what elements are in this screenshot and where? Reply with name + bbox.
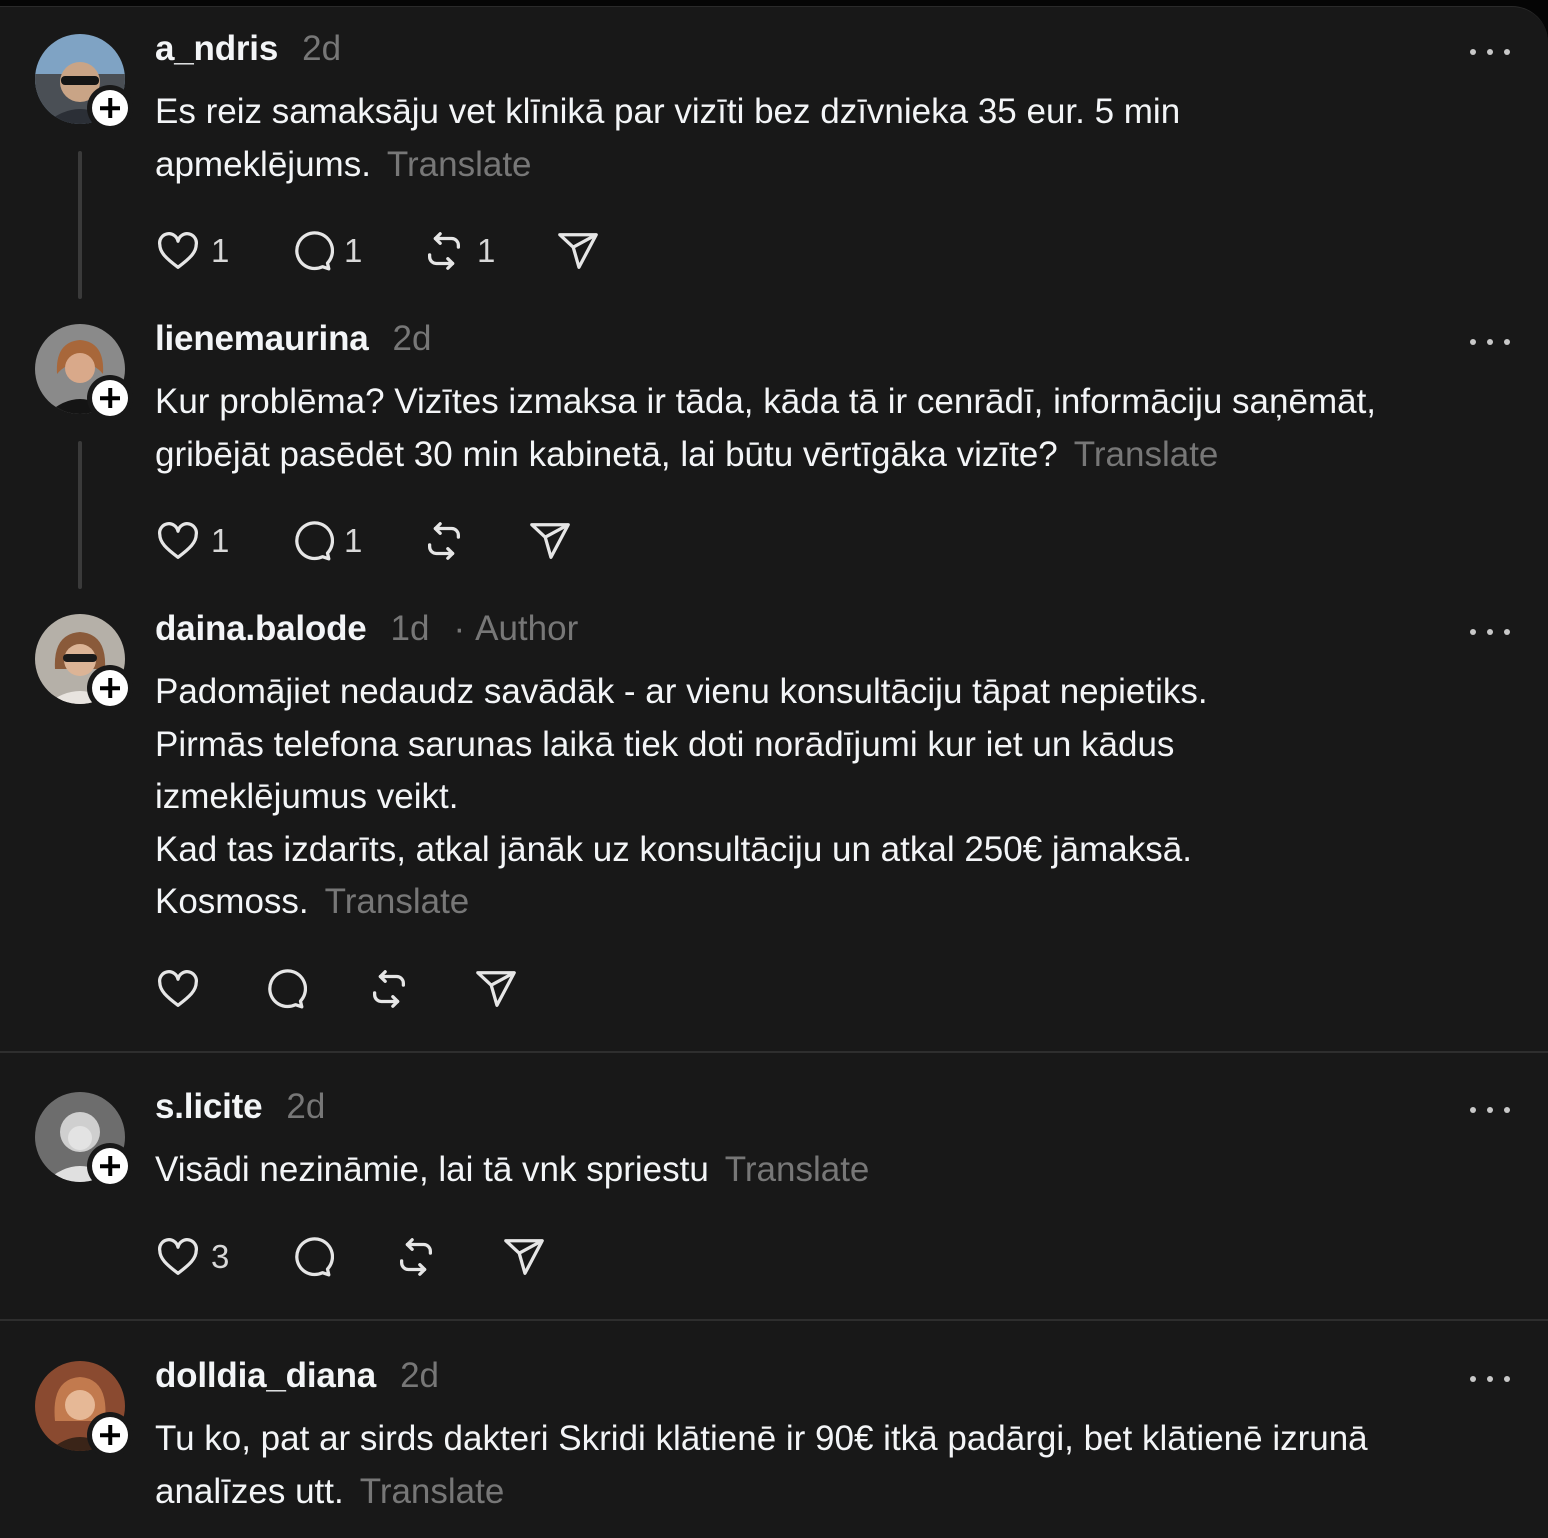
heart-icon [158,970,198,1007]
reply-count: 1 [344,232,363,269]
more-icon[interactable] [1470,1369,1510,1389]
text-line: izmeklējumus veikt. [155,777,459,816]
send-icon [476,971,516,1007]
repost-button[interactable] [393,1233,439,1281]
reply-button[interactable] [288,1233,334,1281]
more-icon[interactable] [1470,332,1510,352]
like-button[interactable]: 3 [155,1233,229,1281]
like-count: 3 [211,1238,230,1275]
text-line: Kur problēma? Vizītes izmaksa ir tāda, k… [155,382,1377,421]
timestamp[interactable]: 2d [400,1356,439,1396]
plus-icon [92,380,128,416]
text-line: Padomājiet nedaudz savādāk - ar vienu ko… [155,672,1208,711]
thread-panel: a_ndris 2d Es reiz samaksāju vet klīnikā… [0,6,1548,1538]
timestamp[interactable]: 2d [302,29,341,69]
reply-button[interactable] [261,965,307,1013]
repost-icon [372,970,406,1008]
translate-link[interactable]: Translate [387,145,532,184]
follow-button[interactable] [87,375,133,421]
plus-icon [92,1417,128,1453]
post-text: Es reiz samaksāju vet klīnikā par vizīti… [155,86,1495,191]
divider [0,1051,1548,1053]
comment-icon [295,231,334,271]
follow-button[interactable] [87,665,133,711]
more-icon[interactable] [1470,1100,1510,1120]
text-line: Es reiz samaksāju vet klīnikā par vizīti… [155,92,1181,131]
timestamp[interactable]: 2d [393,319,432,359]
post-header: daina.balode 1d · Author [155,609,578,653]
text-line: Kad tas izdarīts, atkal jānāk uz konsult… [155,829,1192,869]
follow-button[interactable] [87,1143,133,1189]
thread-line [78,151,82,299]
share-button[interactable] [473,965,519,1013]
timestamp[interactable]: 2d [286,1087,325,1127]
text-line: analīzes utt. Translate [155,1471,505,1511]
text-line: apmeklējums. Translate [155,144,532,184]
username[interactable]: a_ndris [155,29,278,69]
follow-button[interactable] [87,1412,133,1458]
share-button[interactable] [501,1233,547,1281]
translate-link[interactable]: Translate [325,882,470,921]
text-line: Tu ko, pat ar sirds dakteri Skridi klāti… [155,1419,1368,1458]
post-header: a_ndris 2d [155,29,341,73]
post-header: s.licite 2d [155,1087,325,1131]
post-text: Tu ko, pat ar sirds dakteri Skridi klāti… [155,1413,1495,1518]
plus-icon [92,90,128,126]
like-count: 1 [211,232,230,269]
like-button[interactable] [155,965,201,1013]
reply-button[interactable]: 1 [288,517,362,565]
username[interactable]: s.licite [155,1087,263,1127]
text-line: Pirmās telefona sarunas laikā tiek doti … [155,724,1175,764]
comment-icon [295,521,334,561]
post-text: Visādi nezināmie, lai tā vnk spriestu Tra… [155,1144,1495,1197]
like-count: 1 [211,522,230,559]
share-button[interactable] [555,227,601,275]
repost-icon [427,522,461,560]
username[interactable]: lienemaurina [155,319,369,359]
post-header: dolldia_diana 2d [155,1356,439,1400]
heart-icon [158,522,198,559]
follow-button[interactable] [87,85,133,131]
post-text: Padomājiet nedaudz savādāk - ar vienu ko… [155,666,1495,929]
username[interactable]: dolldia_diana [155,1356,376,1396]
share-button[interactable] [527,517,573,565]
text-line: gribējāt pasēdēt 30 min kabinetā, lai bū… [155,434,1219,474]
thread-line [78,441,82,589]
more-icon[interactable] [1470,42,1510,62]
repost-count: 1 [477,232,496,269]
reply-button[interactable]: 1 [288,227,362,275]
timestamp[interactable]: 1d [391,609,430,649]
plus-icon [92,670,128,706]
like-button[interactable]: 1 [155,517,229,565]
heart-icon [158,1238,198,1275]
author-badge: · Author [453,609,579,648]
reply-count: 1 [344,522,363,559]
repost-icon [427,232,461,270]
comment-icon [268,969,307,1009]
text-line: Visādi nezināmie, lai tā vnk spriestu Tra… [155,1150,870,1189]
repost-icon [399,1238,433,1276]
like-button[interactable]: 1 [155,227,229,275]
send-icon [504,1239,544,1275]
translate-link[interactable]: Translate [725,1150,870,1189]
send-icon [558,233,598,269]
translate-link[interactable]: Translate [1074,435,1219,474]
more-icon[interactable] [1470,622,1510,642]
translate-link[interactable]: Translate [360,1472,505,1511]
text-line: Kosmoss. Translate [155,882,470,921]
send-icon [530,523,570,559]
post-header: lienemaurina 2d [155,319,431,363]
repost-button[interactable]: 1 [421,227,495,275]
repost-button[interactable] [366,965,412,1013]
heart-icon [158,232,198,269]
repost-button[interactable] [421,517,467,565]
plus-icon [92,1148,128,1184]
divider [0,1319,1548,1321]
username[interactable]: daina.balode [155,609,367,649]
comment-icon [295,1237,334,1277]
post-text: Kur problēma? Vizītes izmaksa ir tāda, k… [155,376,1495,481]
